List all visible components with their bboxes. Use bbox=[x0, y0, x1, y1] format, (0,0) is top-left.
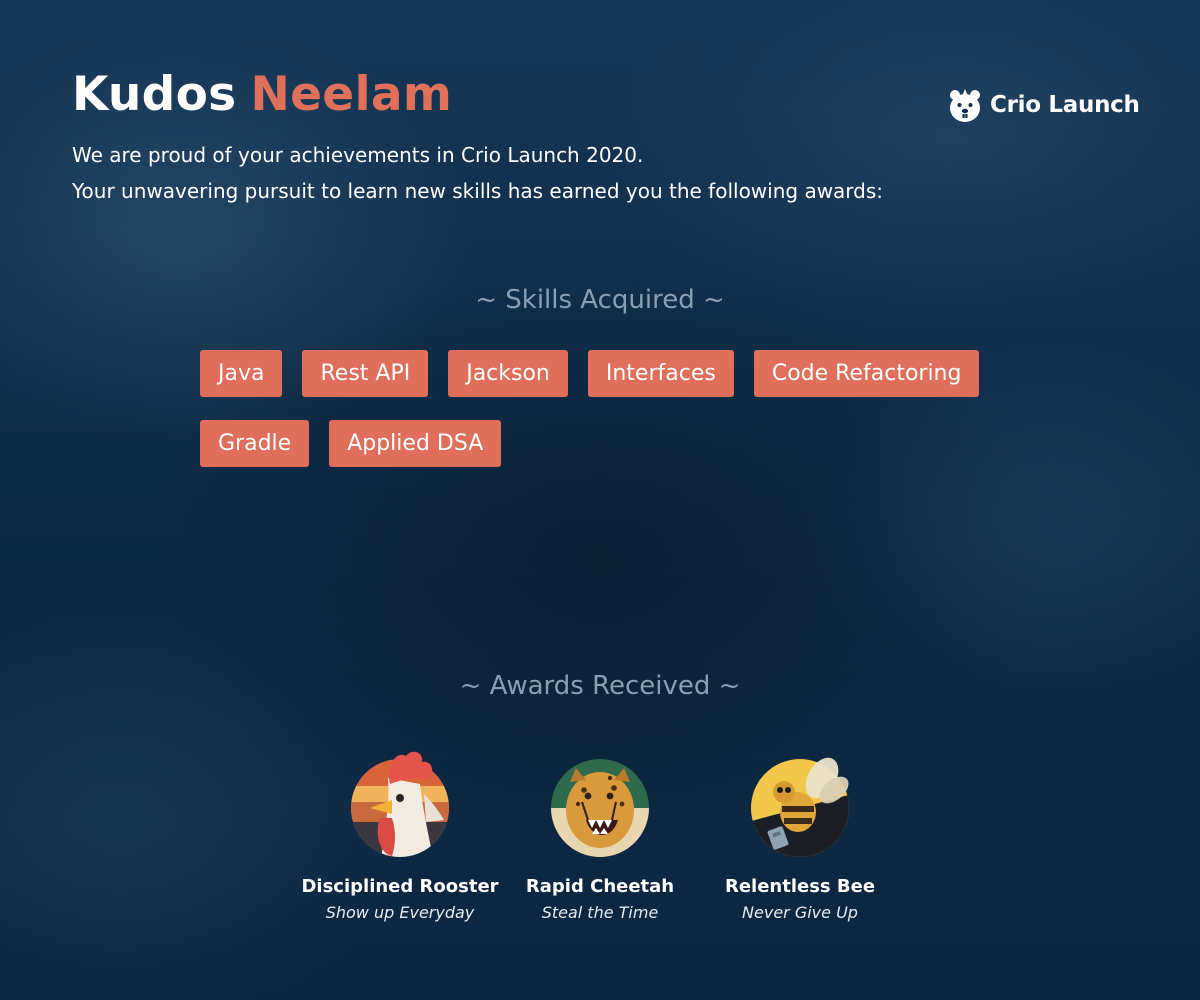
certificate-page: Kudos Neelam We are proud of your achieve… bbox=[0, 0, 1200, 1000]
beaver-logo-icon bbox=[950, 89, 980, 122]
brand-name: Crio Launch bbox=[990, 92, 1140, 118]
skill-tag: Rest API bbox=[302, 350, 429, 397]
skills-heading: ~ Skills Acquired ~ bbox=[475, 285, 725, 315]
bee-badge-icon bbox=[751, 757, 849, 857]
award-item: Rapid Cheetah Steal the Time bbox=[500, 748, 700, 922]
awards-heading: ~ Awards Received ~ bbox=[459, 671, 741, 701]
rooster-badge-icon bbox=[351, 751, 449, 857]
skill-tag: Code Refactoring bbox=[753, 350, 980, 397]
skill-tag: Interfaces bbox=[587, 350, 734, 397]
brand-logo: Crio Launch bbox=[948, 86, 1140, 124]
awards-list: Disciplined Rooster Show up Everyday Rap… bbox=[300, 748, 900, 922]
award-tagline: Steal the Time bbox=[541, 903, 659, 922]
award-name: Disciplined Rooster bbox=[301, 876, 499, 897]
page-title: Kudos Neelam bbox=[72, 62, 452, 128]
intro-line-1: We are proud of your achievements in Cri… bbox=[72, 143, 644, 167]
skill-tag: Java bbox=[200, 350, 283, 397]
skills-list: Java Rest API Jackson Interfaces Code Re… bbox=[200, 350, 1020, 467]
cheetah-badge-icon bbox=[551, 759, 649, 857]
award-item: Relentless Bee Never Give Up bbox=[700, 748, 900, 922]
award-name: Rapid Cheetah bbox=[525, 876, 675, 897]
skill-tag: Applied DSA bbox=[329, 420, 502, 467]
title-greeting: Kudos bbox=[72, 67, 237, 122]
intro-line-2: Your unwavering pursuit to learn new ski… bbox=[72, 179, 884, 203]
award-name: Relentless Bee bbox=[724, 876, 876, 897]
skill-tag: Gradle bbox=[200, 420, 310, 467]
award-tagline: Show up Everyday bbox=[325, 903, 475, 922]
recipient-name: Neelam bbox=[250, 67, 453, 122]
award-tagline: Never Give Up bbox=[742, 903, 858, 922]
skill-tag: Jackson bbox=[448, 350, 568, 397]
award-item: Disciplined Rooster Show up Everyday bbox=[300, 748, 500, 922]
